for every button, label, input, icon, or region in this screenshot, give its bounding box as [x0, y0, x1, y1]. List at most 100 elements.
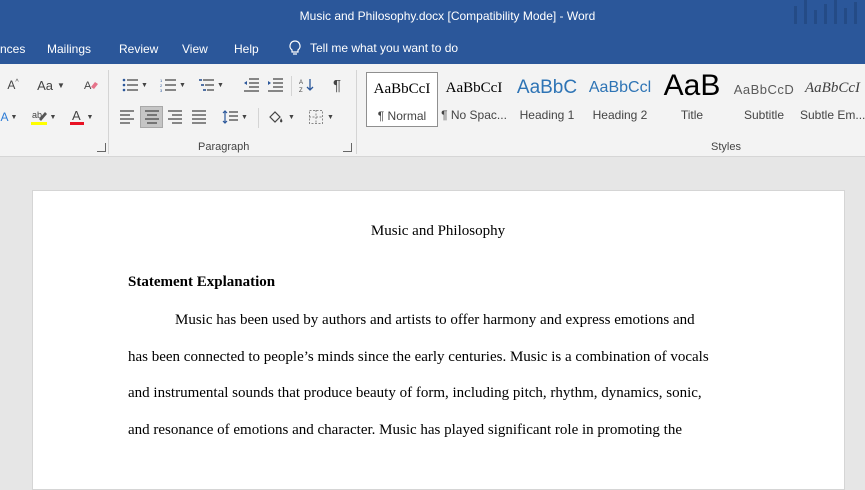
svg-text:3: 3 [160, 88, 163, 92]
tab-view[interactable]: View [182, 42, 208, 56]
line-spacing-button[interactable]: ▼ [218, 106, 252, 128]
style-subtle-emphasis[interactable]: AaBbCcI Subtle Em... [800, 72, 865, 127]
justify-icon [192, 110, 206, 124]
increase-indent-icon [268, 78, 283, 92]
style-name: ¶ No Spac... [441, 108, 507, 122]
style-preview: AaBbCcI [373, 81, 431, 97]
tab-review[interactable]: Review [119, 42, 158, 56]
svg-text:A: A [72, 108, 81, 123]
multilevel-list-button[interactable]: ▼ [194, 74, 228, 96]
line-spacing-icon [222, 110, 239, 124]
section-heading[interactable]: Statement Explanation [128, 274, 275, 291]
numbered-list-icon: 123 [160, 78, 177, 92]
chevron-down-icon: ▼ [241, 113, 248, 121]
chevron-down-icon: ▼ [288, 113, 295, 121]
shading-button[interactable]: ▼ [264, 106, 298, 128]
decrease-indent-icon [244, 78, 259, 92]
svg-text:A: A [84, 80, 92, 92]
styles-gallery: AaBbCcI ¶ Normal AaBbCcI ¶ No Spac... Aa… [366, 70, 865, 128]
style-normal[interactable]: AaBbCcI ¶ Normal [366, 72, 438, 127]
style-preview: AaBbCcI [805, 80, 860, 96]
chevron-down-icon: ▼ [56, 80, 65, 90]
multilevel-list-icon [199, 79, 215, 91]
align-center-icon [144, 110, 159, 124]
decrease-indent-button[interactable] [240, 74, 262, 96]
chevron-down-icon: ▼ [327, 113, 334, 121]
show-hide-marks-button[interactable]: ¶ [326, 74, 348, 96]
justify-button[interactable] [188, 106, 210, 128]
bullet-list-icon [122, 78, 139, 92]
sort-icon: AZ [299, 79, 314, 93]
text-effects-icon: A [0, 110, 9, 124]
chevron-down-icon: ▼ [86, 113, 94, 121]
paragraph-group-label: Paragraph [198, 141, 250, 153]
align-left-icon [120, 110, 134, 124]
align-left-button[interactable] [116, 106, 138, 128]
font-dialog-launcher[interactable] [97, 143, 106, 152]
lightbulb-icon [289, 40, 301, 55]
ribbon-tabs: nces Mailings Review View Help Tell me w… [0, 34, 865, 64]
change-case-button[interactable]: Aa ▼ [34, 74, 68, 96]
title-bar-decoration [785, 0, 865, 34]
style-preview: AaB [663, 72, 721, 102]
style-preview: AaBbCcl [588, 79, 652, 96]
style-preview: AaBbCcD [733, 82, 795, 97]
tell-me-label: Tell me what you want to do [310, 41, 459, 55]
text-effects-button[interactable]: A ▼ [0, 106, 18, 128]
sort-button[interactable]: AZ [296, 74, 318, 96]
svg-text:A: A [299, 80, 303, 86]
style-heading-2[interactable]: AaBbCcl Heading 2 [584, 72, 656, 127]
numbering-button[interactable]: 123 ▼ [156, 74, 190, 96]
style-name: Title [680, 108, 704, 122]
chevron-down-icon: ▼ [141, 81, 148, 89]
clear-formatting-button[interactable]: A [80, 74, 102, 96]
ribbon: A^ Aa ▼ A A ▼ ab ▼ A ▼ ▼ 123 ▼ ▼ AZ ¶ ▼ … [0, 64, 865, 157]
align-right-button[interactable] [164, 106, 186, 128]
align-center-button[interactable] [140, 106, 163, 128]
style-name: ¶ Normal [377, 109, 427, 123]
paint-bucket-icon [269, 111, 283, 123]
pilcrow-icon: ¶ [332, 76, 342, 94]
toolbar-divider [291, 76, 292, 96]
font-color-icon: A [69, 108, 84, 125]
document-canvas[interactable]: Music and Philosophy Statement Explanati… [0, 157, 865, 490]
style-heading-1[interactable]: AaBbC Heading 1 [511, 72, 583, 127]
eraser-icon: A [84, 80, 98, 92]
style-title[interactable]: AaB Title [656, 72, 728, 127]
group-separator [108, 70, 109, 154]
paragraph-line[interactable]: has been connected to people’s minds sin… [128, 349, 748, 366]
align-right-icon [168, 110, 182, 124]
styles-group-label: Styles [711, 141, 741, 153]
style-name: Subtle Em... [800, 108, 865, 122]
font-color-button[interactable]: A ▼ [64, 106, 98, 128]
document-page[interactable]: Music and Philosophy Statement Explanati… [32, 190, 845, 490]
chevron-down-icon: ▼ [10, 113, 18, 121]
paragraph-dialog-launcher[interactable] [343, 143, 352, 152]
chevron-down-icon: ▼ [179, 81, 186, 89]
grow-font-button[interactable]: A^ [4, 74, 22, 96]
svg-text:Z: Z [299, 88, 303, 93]
style-name: Heading 2 [592, 108, 648, 122]
paragraph-line[interactable]: and instrumental sounds that produce bea… [128, 385, 748, 402]
highlight-color-button[interactable]: ab ▼ [26, 106, 60, 128]
bullets-button[interactable]: ▼ [118, 74, 152, 96]
tab-references[interactable]: nces [0, 42, 25, 56]
paragraph-line[interactable]: and resonance of emotions and character.… [128, 422, 748, 439]
tell-me-search[interactable]: Tell me what you want to do [288, 40, 458, 56]
borders-button[interactable]: ▼ [304, 106, 338, 128]
change-case-icon: Aa [37, 77, 53, 93]
style-no-spacing[interactable]: AaBbCcI ¶ No Spac... [438, 72, 510, 127]
increase-indent-button[interactable] [264, 74, 286, 96]
tab-help[interactable]: Help [234, 42, 259, 56]
document-title[interactable]: Music and Philosophy [128, 223, 748, 240]
paragraph-line[interactable]: Music has been used by authors and artis… [128, 312, 748, 329]
style-preview: AaBbC [516, 77, 578, 98]
window-title: Music and Philosophy.docx [Compatibility… [299, 9, 596, 23]
chevron-down-icon: ▼ [217, 81, 224, 89]
style-name: Heading 1 [519, 108, 575, 122]
style-subtitle[interactable]: AaBbCcD Subtitle [728, 72, 800, 127]
borders-icon [309, 110, 324, 124]
style-preview: AaBbCcI [445, 80, 503, 96]
tab-mailings[interactable]: Mailings [47, 42, 91, 56]
style-name: Subtitle [743, 108, 785, 122]
